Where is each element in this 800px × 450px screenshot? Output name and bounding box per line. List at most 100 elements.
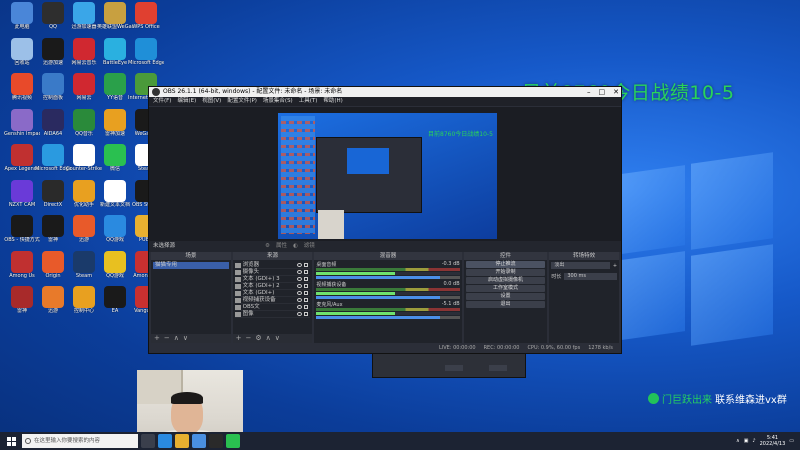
lock-icon[interactable] (304, 305, 309, 309)
close-icon[interactable]: ✕ (613, 87, 619, 97)
control-button[interactable]: 启动虚拟摄像机 (465, 277, 546, 284)
preview-canvas[interactable]: 目前8760今日战绩10-5 (278, 113, 497, 239)
transition-select[interactable]: 淡出 (551, 262, 610, 269)
obs-taskbar-icon[interactable] (209, 434, 223, 448)
menu-item[interactable]: 场景集合(S) (263, 97, 293, 106)
volume-slider[interactable] (316, 296, 460, 299)
obs-window[interactable]: OBS 26.1.1 (64-bit, windows) - 配置文件: 未命名… (148, 86, 622, 354)
lock-icon[interactable] (304, 298, 309, 302)
app-icon (73, 215, 95, 237)
source-item[interactable]: 图像 (234, 311, 311, 318)
wechat-overlay-white: 联系维森进vx群 (715, 395, 787, 406)
app-icon (42, 250, 64, 273)
app-icon (135, 37, 157, 60)
desktop-icon-label: WPS Office (132, 24, 160, 30)
task-view-icon[interactable] (141, 434, 155, 448)
filter-icon[interactable]: ◐ (293, 241, 298, 252)
notification-icon[interactable]: ▭ (789, 438, 794, 444)
app-icon (73, 108, 95, 131)
eye-icon[interactable] (297, 291, 303, 295)
eye-icon[interactable] (297, 298, 303, 302)
obs-docks: 场景 猫猫专用 +−∧∨ 来源 浏览器 摄像头 文本 (GDI+) 3 文本 (GDI… (149, 252, 621, 343)
app-icon (42, 37, 64, 60)
app-icon (11, 179, 33, 202)
duration-label: 时长 (551, 274, 562, 280)
scene-item[interactable]: 猫猫专用 (153, 262, 229, 269)
source-type-icon (234, 311, 241, 317)
store-icon[interactable] (192, 434, 206, 448)
background-window[interactable] (372, 352, 526, 378)
menu-item[interactable]: 文件(F) (153, 97, 171, 106)
mixer-track-header: 麦克风/Aux -5.1 dB (316, 301, 459, 308)
control-button[interactable]: 开始录制 (465, 269, 546, 276)
lock-icon[interactable] (304, 263, 309, 267)
sources-title: 来源 (232, 252, 313, 260)
lock-icon[interactable] (304, 270, 309, 274)
duration-input[interactable]: 300 ms (564, 273, 618, 280)
scenes-footer[interactable]: +−∧∨ (151, 334, 231, 343)
edge-icon[interactable] (158, 434, 172, 448)
control-button[interactable]: 退出 (465, 301, 546, 308)
back-window-button[interactable] (445, 365, 463, 371)
source-type-icon (234, 276, 241, 282)
chevron-up-icon[interactable]: ∧ (736, 438, 740, 444)
eye-icon[interactable] (297, 263, 303, 267)
menu-item[interactable]: 编辑(E) (177, 97, 196, 106)
clock[interactable]: 5:41 2022/4/13 (760, 435, 786, 447)
lock-icon[interactable] (304, 291, 309, 295)
back-window-button[interactable] (489, 365, 507, 371)
eye-icon[interactable] (297, 305, 303, 309)
mixer-track-name: 视频捕获设备 (316, 282, 347, 288)
source-label: 视频捕获设备 (242, 296, 276, 303)
app-icon (42, 73, 64, 95)
properties-button[interactable]: 属性 (276, 241, 287, 252)
eye-icon[interactable] (297, 277, 303, 281)
mixer-track: 桌面音频 -0.3 dB (314, 260, 461, 280)
mixer-title: 混音器 (314, 252, 462, 260)
menu-item[interactable]: 工具(T) (299, 97, 318, 106)
taskbar-apps (141, 434, 240, 448)
app-icon (73, 2, 95, 24)
control-button[interactable]: 设置 (465, 293, 546, 300)
app-icon (42, 108, 64, 131)
menu-item[interactable]: 帮助(H) (323, 97, 342, 106)
taskbar-search[interactable]: 在这里输入你要搜索的内容 (22, 434, 138, 448)
desktop-icon[interactable]: Microsoft Edge (128, 37, 164, 78)
start-button[interactable] (0, 432, 22, 450)
wechat-taskbar-icon[interactable] (226, 434, 240, 448)
app-icon (11, 73, 33, 95)
transitions-dock: 转场特效 淡出 + 时长 300 ms (549, 252, 620, 343)
obs-titlebar[interactable]: OBS 26.1.1 (64-bit, windows) - 配置文件: 未命名… (149, 87, 621, 97)
preview-area[interactable]: 目前8760今日战绩10-5 (149, 107, 621, 241)
plus-icon[interactable]: + (613, 263, 617, 269)
desktop-icon[interactable]: WPS Office (128, 2, 164, 42)
source-label: 文本 (GDI+) 2 (242, 282, 280, 289)
network-icon[interactable]: ▣ (744, 438, 749, 444)
lock-icon[interactable] (304, 277, 309, 281)
volume-icon[interactable]: ♪ (752, 438, 755, 444)
app-icon (11, 250, 33, 273)
control-button[interactable]: 停止推流 (465, 261, 546, 268)
eye-icon[interactable] (297, 312, 303, 316)
lock-icon[interactable] (304, 284, 309, 288)
gear-icon[interactable]: ⚙ (265, 241, 270, 252)
app-icon (11, 144, 33, 166)
app-icon (73, 179, 95, 202)
eye-icon[interactable] (297, 284, 303, 288)
file-explorer-icon[interactable] (175, 434, 189, 448)
minimize-icon[interactable]: – (587, 87, 591, 97)
volume-slider[interactable] (316, 316, 460, 319)
filters-button[interactable]: 滤镜 (304, 241, 315, 252)
volume-slider[interactable] (316, 276, 460, 279)
maximize-icon[interactable]: □ (599, 87, 606, 97)
menu-item[interactable]: 配置文件(P) (227, 97, 257, 106)
obs-menubar: 文件(F) 编辑(E) 视图(V) 配置文件(P) 场景集合(S) 工具(T) 帮助(H) (149, 97, 621, 106)
eye-icon[interactable] (297, 270, 303, 274)
menu-item[interactable]: 视图(V) (202, 97, 221, 106)
sources-footer[interactable]: +−⚙∧∨ (232, 334, 313, 343)
lock-icon[interactable] (304, 312, 309, 316)
app-icon (73, 250, 95, 273)
mixer-track-db: 0.0 dB (443, 281, 460, 287)
obs-statusbar: LIVE: 00:00:00 REC: 00:00:00 CPU: 0.9%, 60… (149, 343, 621, 353)
control-button[interactable]: 工作室模式 (465, 285, 546, 292)
